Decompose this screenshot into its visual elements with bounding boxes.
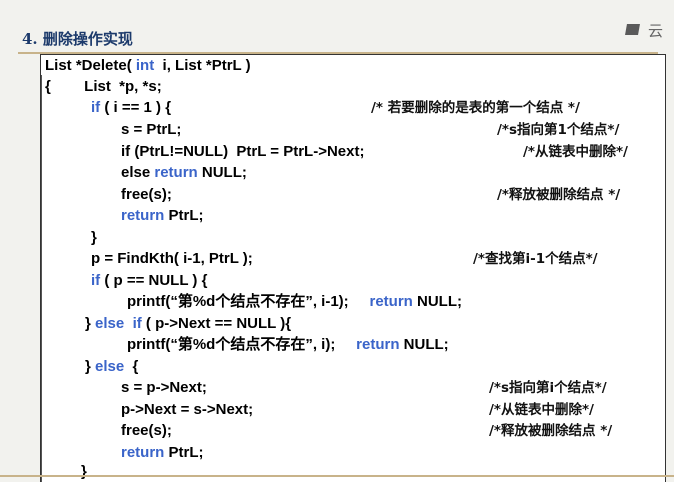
code-line-14: printf(“第%d个结点不存在”, i); return NULL;: [127, 334, 449, 356]
keyword: else: [95, 358, 125, 375]
comment-18: /*释放被删除结点 */: [489, 423, 613, 439]
code-text: free(s);: [121, 186, 172, 203]
keyword: return: [121, 207, 165, 224]
code-line-19: return PtrL;: [121, 442, 204, 464]
comment-3: /* 若要删除的是表的第一个结点 */: [371, 100, 580, 116]
code-text: }: [91, 229, 97, 246]
code-line-18: free(s);: [121, 420, 172, 442]
code-text: NULL;: [412, 293, 462, 310]
code-line-7: free(s);: [121, 184, 172, 206]
keyword: else: [95, 315, 125, 332]
code-text: free(s);: [121, 422, 172, 439]
code-text: }: [85, 358, 96, 375]
code-text: s = p->Next;: [121, 379, 207, 396]
comment-16: /*s指向第i个结点*/: [489, 380, 607, 396]
comment-17: /*从链表中删除*/: [489, 402, 594, 418]
code-text: ( i == 1 ) {: [100, 99, 172, 116]
code-text: PtrL;: [164, 207, 204, 224]
code-block: List *Delete( int i, List *PtrL ) { List…: [40, 54, 666, 482]
code-line-5: if (PtrL!=NULL) PtrL = PtrL->Next;: [121, 141, 365, 163]
code-text: NULL;: [197, 164, 247, 181]
comment-7: /*释放被删除结点 */: [497, 187, 621, 203]
code-text: s = PtrL;: [121, 121, 182, 138]
code-text: p->Next = s->Next;: [121, 401, 254, 418]
code-text: p = FindKth( i-1, PtrL );: [91, 250, 253, 267]
keyword: return: [121, 444, 165, 461]
code-left-rule: [41, 75, 42, 482]
code-text: List *Delete(: [45, 57, 136, 74]
code-line-16: s = p->Next;: [121, 377, 207, 399]
code-text: else: [121, 164, 155, 181]
code-line-20: }: [81, 461, 87, 482]
keyword: if: [132, 315, 142, 332]
comment-4: /*s指向第1个结点*/: [497, 122, 620, 138]
cloud-label: 云: [648, 22, 664, 40]
code-line-10: p = FindKth( i-1, PtrL );: [91, 248, 253, 270]
code-line-8: return PtrL;: [121, 205, 204, 227]
code-line-3: if ( i == 1 ) {: [91, 97, 171, 119]
code-text: {: [124, 358, 139, 375]
code-line-2: { List *p, *s;: [45, 76, 162, 98]
cloud-logo: 云: [625, 22, 674, 40]
keyword: return: [154, 164, 198, 181]
code-line-11: if ( p == NULL ) {: [91, 270, 207, 292]
cloud-icon: [625, 24, 640, 35]
code-text: }: [85, 315, 96, 332]
code-text: i, List *PtrL ): [154, 57, 251, 74]
code-line-9: }: [91, 227, 97, 249]
keyword: int: [135, 57, 155, 74]
keyword: return: [369, 293, 413, 310]
code-line-4: s = PtrL;: [121, 119, 181, 141]
code-line-13: } else if ( p->Next == NULL ){: [85, 313, 291, 335]
code-text: printf(“第%d个结点不存在”, i);: [127, 336, 357, 353]
code-text: ( p == NULL ) {: [100, 272, 208, 289]
code-line-15: } else {: [85, 356, 138, 378]
code-text: { List *p, *s;: [45, 78, 162, 95]
code-text: ( p->Next == NULL ){: [141, 315, 292, 332]
keyword: return: [356, 336, 400, 353]
bottom-divider: [0, 475, 674, 477]
code-text: printf(“第%d个结点不存在”, i-1);: [127, 293, 370, 310]
code-line-6: else return NULL;: [121, 162, 247, 184]
code-line-17: p->Next = s->Next;: [121, 399, 253, 421]
code-line-1: List *Delete( int i, List *PtrL ): [45, 55, 251, 77]
keyword: if: [91, 272, 101, 289]
code-text: if (PtrL!=NULL) PtrL = PtrL->Next;: [121, 143, 365, 160]
keyword: if: [91, 99, 101, 116]
code-text: }: [81, 463, 87, 480]
slide-header: 4. 删除操作实现 云: [0, 0, 674, 60]
comment-5: /*从链表中删除*/: [523, 144, 628, 160]
code-line-12: printf(“第%d个结点不存在”, i-1); return NULL;: [127, 291, 462, 313]
code-text: PtrL;: [164, 444, 204, 461]
slide-title: 4. 删除操作实现: [22, 30, 133, 48]
comment-10: /*查找第i-1个结点*/: [473, 251, 598, 267]
code-text: NULL;: [399, 336, 449, 353]
